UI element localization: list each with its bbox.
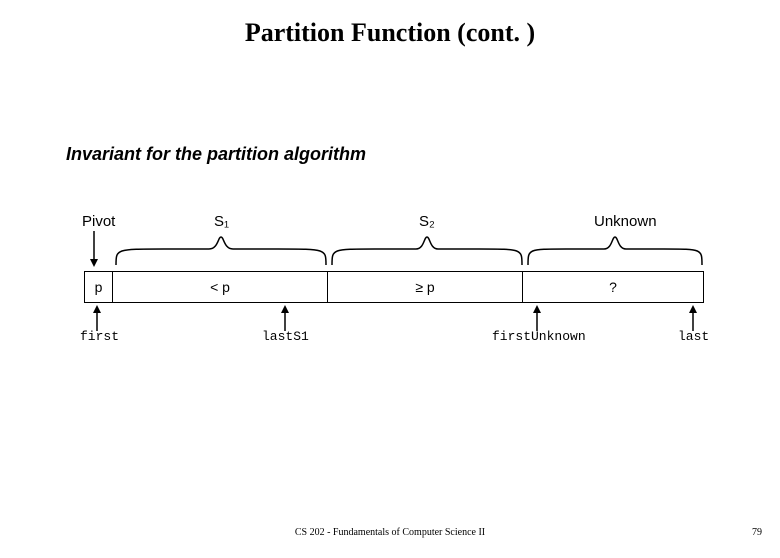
pointer-firstUnknown: firstUnknown <box>492 329 586 344</box>
arrow-lastS1-icon <box>278 305 292 331</box>
arrow-last-icon <box>686 305 700 331</box>
page-number: 79 <box>752 527 762 538</box>
cell-s1: < p <box>113 272 328 302</box>
pointer-lastS1: lastS1 <box>262 329 309 344</box>
bracket-s2-icon <box>330 235 524 269</box>
pointer-last: last <box>678 329 709 344</box>
label-pivot: Pivot <box>82 213 115 230</box>
slide-title: Partition Function (cont. ) <box>0 18 780 48</box>
label-unknown: Unknown <box>594 213 657 230</box>
partition-diagram: Pivot S₁ S₂ Unknown p < p ≥ p ? <box>84 213 704 363</box>
cell-pivot: p <box>85 272 113 302</box>
label-s2: S₂ <box>419 213 435 230</box>
footer-text: CS 202 - Fundamentals of Computer Scienc… <box>0 527 780 538</box>
slide-subtitle: Invariant for the partition algorithm <box>66 144 780 165</box>
bracket-s1-icon <box>114 235 328 269</box>
cell-unknown: ? <box>523 272 703 302</box>
pointer-first: first <box>80 329 119 344</box>
bracket-unknown-icon <box>526 235 704 269</box>
arrow-firstUnknown-icon <box>530 305 544 331</box>
arrow-first-icon <box>90 305 104 331</box>
label-s1: S₁ <box>214 213 229 230</box>
cell-s2: ≥ p <box>328 272 523 302</box>
pivot-arrow-icon <box>86 231 102 269</box>
array-boxes: p < p ≥ p ? <box>84 271 704 303</box>
